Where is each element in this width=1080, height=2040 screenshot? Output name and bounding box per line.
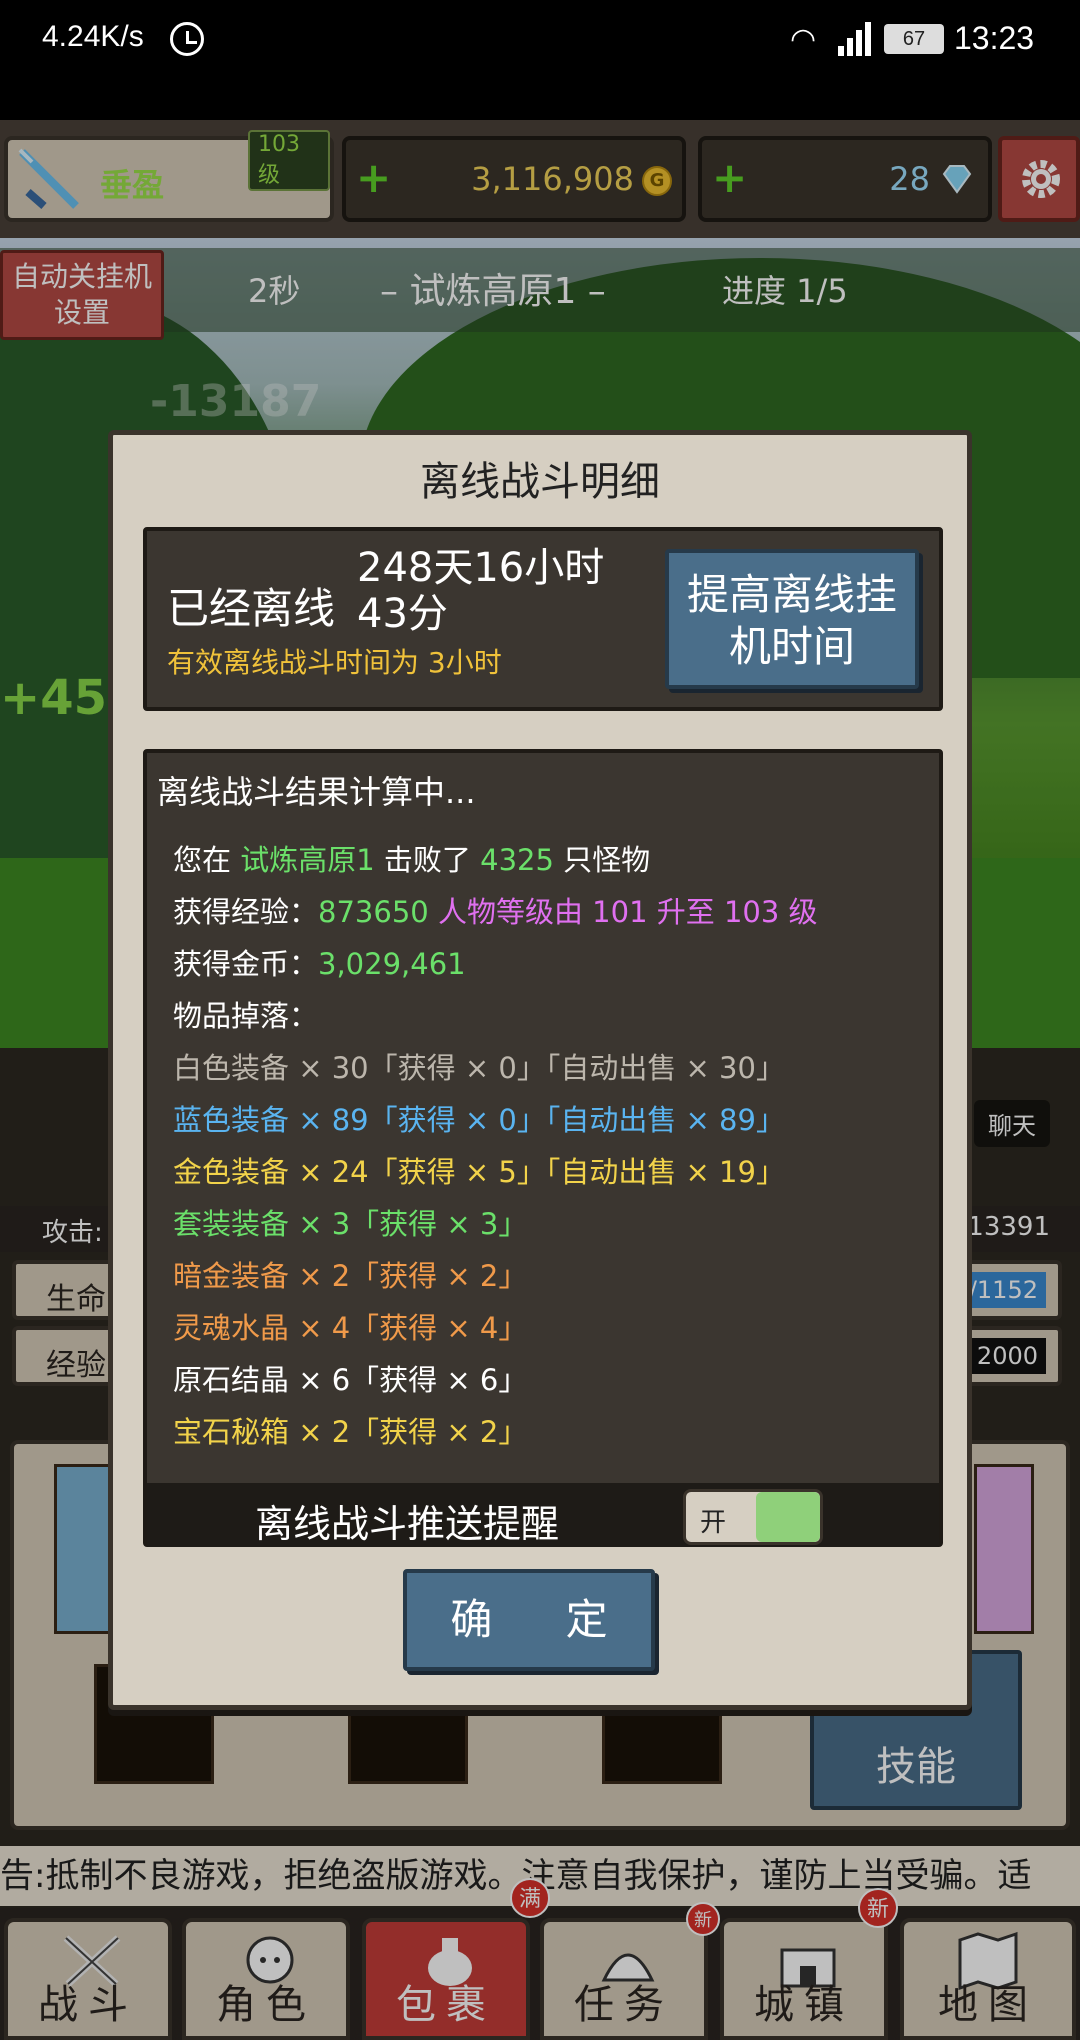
confirm-button[interactable]: 确 定	[403, 1569, 655, 1671]
result-header: 离线战斗结果计算中...	[157, 773, 476, 811]
offline-time-box: 已经离线 248天16小时43分 有效离线战斗时间为 3小时 提高离线挂机时间	[143, 527, 943, 711]
drop-item: 原石结晶 × 6「获得 × 6」	[173, 1363, 528, 1397]
push-reminder-label: 离线战斗推送提醒	[255, 1502, 560, 1546]
drop-item: 灵魂水晶 × 4「获得 × 4」	[173, 1311, 528, 1345]
offline-duration: 248天16小时43分	[357, 545, 605, 637]
offline-battle-dialog: 离线战斗明细 已经离线 248天16小时43分 有效离线战斗时间为 3小时 提高…	[108, 430, 972, 1710]
drop-item: 白色装备 × 30「获得 × 0」「自动出售 × 30」	[173, 1051, 785, 1085]
push-reminder-toggle[interactable]: 开	[683, 1489, 823, 1545]
clock: 13:23	[954, 20, 1035, 56]
dialog-title: 离线战斗明细	[420, 459, 660, 505]
battery-icon: 67	[884, 24, 944, 54]
drop-item: 蓝色装备 × 89「获得 × 0」「自动出售 × 89」	[173, 1103, 785, 1137]
wifi-icon: ◠	[790, 22, 817, 57]
effective-time: 有效离线战斗时间为 3小时	[167, 646, 502, 679]
drop-item: 宝石秘箱 × 2「获得 × 2」	[173, 1415, 528, 1449]
net-speed: 4.24K/s	[42, 20, 144, 53]
toggle-knob	[756, 1492, 820, 1542]
gold-gain: 获得金币：3,029,461	[173, 947, 466, 981]
exp-gain: 获得经验：873650 人物等级由 101 升至 103 级	[173, 895, 818, 929]
alarm-icon	[170, 22, 204, 56]
drop-item: 金色装备 × 24「获得 × 5」「自动出售 × 19」	[173, 1155, 785, 1189]
status-bar: 4.24K/s ◠ 67 13:23	[0, 0, 1080, 120]
boost-offline-time-button[interactable]: 提高离线挂机时间	[665, 549, 919, 689]
offline-label: 已经离线	[167, 584, 336, 633]
signal-icon	[838, 20, 874, 56]
drops-label: 物品掉落：	[173, 999, 319, 1033]
kill-summary: 您在 试炼高原1 击败了 4325 只怪物	[173, 843, 651, 877]
toggle-text: 开	[700, 1508, 727, 1538]
push-reminder-row: 离线战斗推送提醒 开	[147, 1483, 939, 1547]
drop-item: 暗金装备 × 2「获得 × 2」	[173, 1259, 528, 1293]
battle-result-box: 离线战斗结果计算中... 您在 试炼高原1 击败了 4325 只怪物 获得经验：…	[143, 749, 943, 1547]
drop-item: 套装装备 × 3「获得 × 3」	[173, 1207, 528, 1241]
